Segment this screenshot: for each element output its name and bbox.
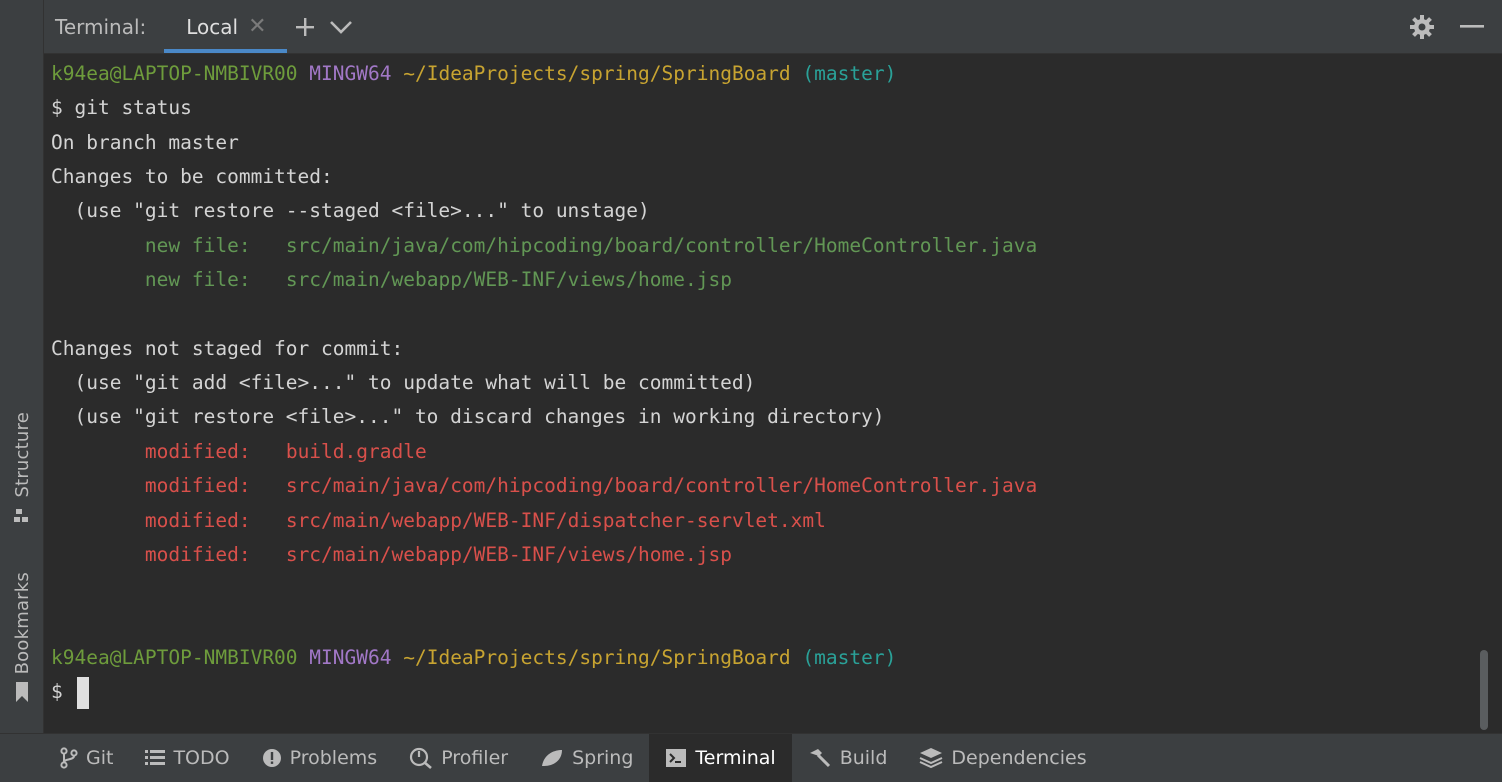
prompt-branch: (master) (802, 62, 897, 85)
prompt-path: ~/IdeaProjects/spring/SpringBoard (403, 646, 791, 669)
staged-file-row: new file: src/main/java/com/hipcoding/bo… (51, 229, 1037, 263)
git-branch-icon (60, 747, 78, 769)
prompt-path: ~/IdeaProjects/spring/SpringBoard (403, 62, 791, 85)
prompt-env: MINGW64 (309, 62, 392, 85)
tool-build-label: Build (839, 747, 888, 769)
prompt-symbol: $ (51, 680, 63, 703)
todo-list-icon (145, 749, 166, 767)
tool-profiler-label: Profiler (441, 747, 509, 769)
staged-hint: (use "git restore --staged <file>..." to… (51, 199, 650, 222)
prompt-env: MINGW64 (309, 646, 392, 669)
file-status: new file: (144, 234, 251, 257)
tool-todo[interactable]: TODO (129, 734, 245, 782)
staged-header: Changes to be committed: (51, 165, 333, 188)
problems-icon (262, 748, 282, 768)
header-actions (1404, 9, 1490, 45)
structure-tab[interactable]: Structure (6, 412, 38, 526)
tool-git-label: Git (86, 747, 114, 769)
file-path: src/main/webapp/WEB-INF/dispatcher-servl… (285, 509, 826, 532)
terminal-icon (665, 748, 687, 768)
gear-icon[interactable] (1404, 9, 1440, 45)
terminal-output[interactable]: k94ea@LAPTOP-NMBIVR00 MINGW64 ~/IdeaProj… (44, 54, 1480, 732)
on-branch-line: On branch master (51, 131, 239, 154)
bookmarks-tab[interactable]: Bookmarks (6, 572, 38, 703)
unstaged-hint-1: (use "git add <file>..." to update what … (51, 371, 756, 394)
tool-dependencies[interactable]: Dependencies (903, 734, 1102, 782)
staged-file-row: new file: src/main/webapp/WEB-INF/views/… (51, 263, 732, 297)
bookmark-icon (12, 682, 32, 703)
prompt-user: k94ea@LAPTOP-NMBIVR00 (51, 646, 298, 669)
modified-file-row: modified: build.gradle (51, 435, 427, 469)
modified-file-row: modified: src/main/webapp/WEB-INF/dispat… (51, 504, 826, 538)
tool-git[interactable]: Git (44, 734, 129, 782)
input-line[interactable]: $ (51, 675, 89, 709)
prompt-user: k94ea@LAPTOP-NMBIVR00 (51, 62, 298, 85)
tool-problems-label: Problems (289, 747, 378, 769)
terminal-title: Terminal: (55, 14, 147, 39)
profiler-icon (409, 747, 433, 769)
prompt-line-2: k94ea@LAPTOP-NMBIVR00 MINGW64 ~/IdeaProj… (51, 641, 896, 675)
minimize-icon[interactable] (1454, 9, 1490, 45)
file-path: src/main/webapp/WEB-INF/views/home.jsp (285, 268, 732, 291)
hammer-icon (808, 747, 832, 769)
modified-file-row: modified: src/main/java/com/hipcoding/bo… (51, 469, 1037, 503)
unstaged-hint-2: (use "git restore <file>..." to discard … (51, 405, 885, 428)
tool-profiler[interactable]: Profiler (393, 734, 524, 782)
file-status: modified: (144, 509, 251, 532)
tab-local[interactable]: Local ✕ (164, 0, 287, 53)
plus-icon[interactable] (287, 9, 323, 45)
tool-dependencies-label: Dependencies (951, 747, 1087, 769)
tool-spring-label: Spring (572, 747, 634, 769)
tool-terminal[interactable]: Terminal (649, 734, 792, 782)
tool-spring[interactable]: Spring (524, 734, 649, 782)
spring-leaf-icon (540, 748, 564, 768)
close-icon[interactable]: ✕ (248, 15, 266, 38)
modified-file-row: modified: src/main/webapp/WEB-INF/views/… (51, 538, 732, 572)
structure-label: Structure (11, 412, 33, 498)
bottom-tool-bar: Git TODO Problems Profiler Spring Termin… (44, 733, 1502, 782)
file-status: new file: (144, 268, 251, 291)
file-path: src/main/webapp/WEB-INF/views/home.jsp (285, 543, 732, 566)
tool-problems[interactable]: Problems (246, 734, 394, 782)
file-path: src/main/java/com/hipcoding/board/contro… (285, 474, 1038, 497)
structure-icon (12, 506, 32, 526)
bookmarks-label: Bookmarks (11, 572, 33, 675)
unstaged-header: Changes not staged for commit: (51, 337, 404, 360)
prompt-branch: (master) (802, 646, 897, 669)
tab-local-label: Local (186, 14, 239, 39)
prompt-line-1: k94ea@LAPTOP-NMBIVR00 MINGW64 ~/IdeaProj… (51, 57, 896, 91)
file-status: modified: (144, 474, 251, 497)
layers-icon (919, 747, 943, 769)
tool-terminal-label: Terminal (695, 747, 776, 769)
file-path: build.gradle (285, 440, 427, 463)
tool-todo-label: TODO (173, 747, 230, 769)
file-status: modified: (144, 440, 251, 463)
file-status: modified: (144, 543, 251, 566)
left-tool-stripe: Structure Bookmarks (0, 0, 44, 733)
bottom-left-corner (0, 733, 44, 782)
chevron-down-icon[interactable] (323, 9, 359, 45)
file-path: src/main/java/com/hipcoding/board/contro… (285, 234, 1038, 257)
command-line: $ git status (51, 96, 192, 119)
text-cursor (76, 676, 89, 709)
terminal-header: Terminal: Local ✕ (44, 0, 1502, 54)
tool-build[interactable]: Build (792, 734, 904, 782)
vertical-scrollbar[interactable] (1480, 650, 1488, 730)
